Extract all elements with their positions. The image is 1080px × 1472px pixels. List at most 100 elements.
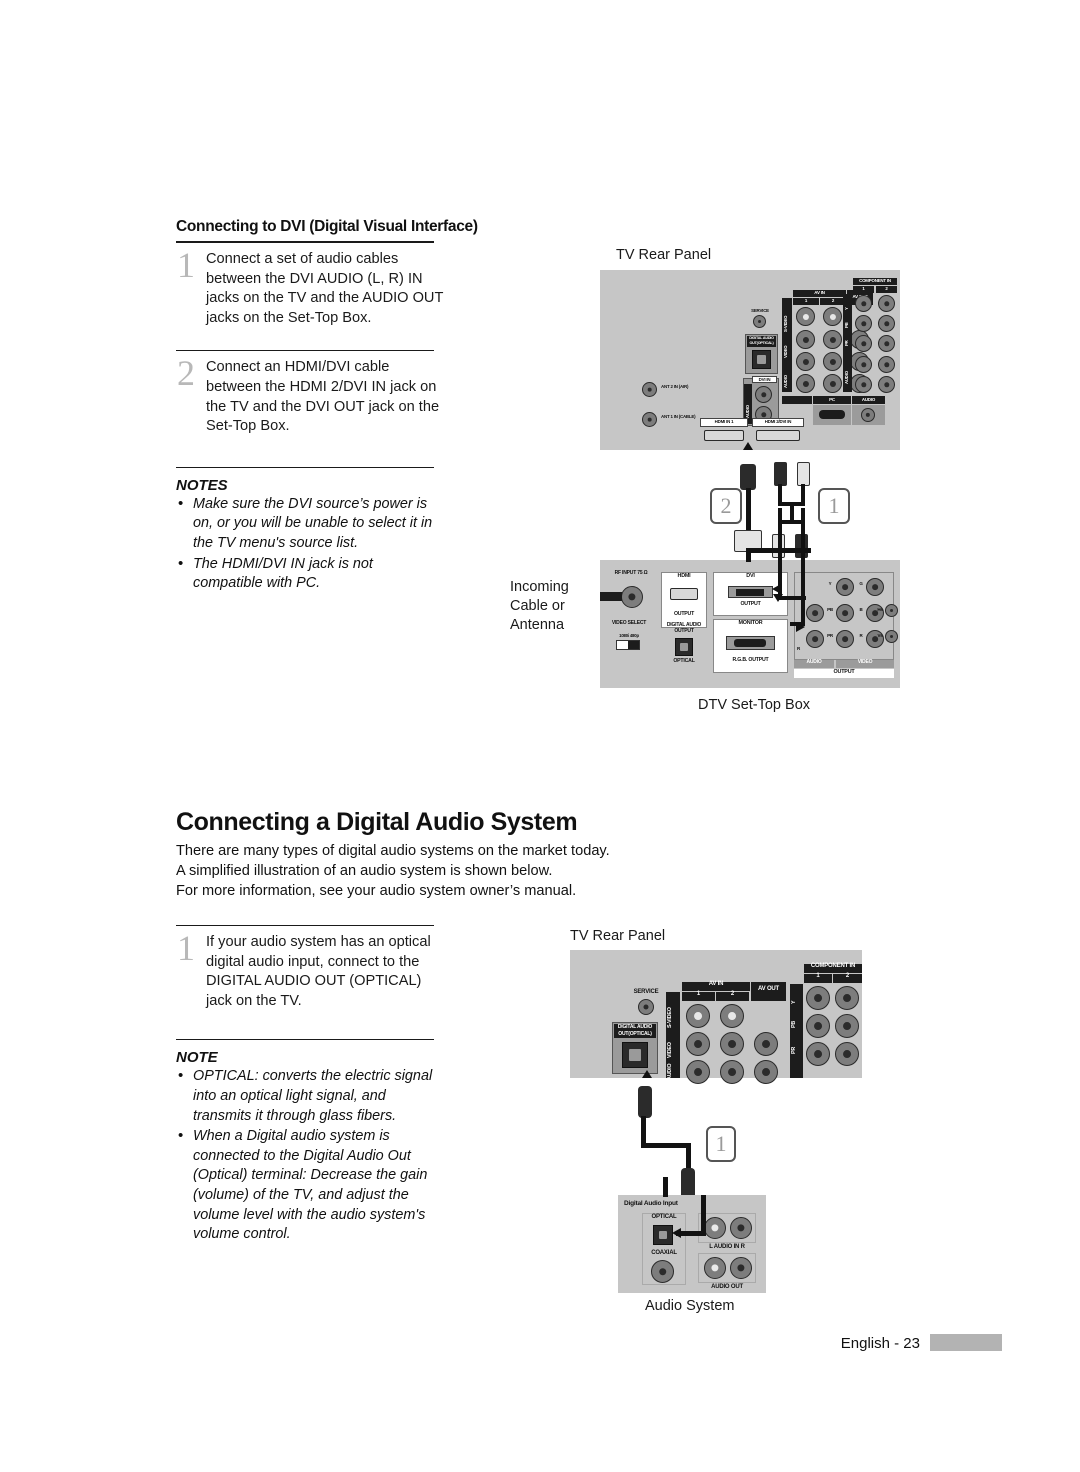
step-number: 1 xyxy=(177,245,195,285)
incoming-cable-label: Incoming Cable or Antenna xyxy=(510,579,569,633)
optical-plug-top xyxy=(638,1086,652,1118)
component-in-label: COMPONENT IN xyxy=(859,278,891,283)
audio-in-r-jack xyxy=(730,1217,752,1239)
callout-2: 2 xyxy=(710,488,742,524)
stb-r-label: R xyxy=(859,633,863,638)
dvi-output-label: OUTPUT xyxy=(740,601,761,607)
comp1-y-jack xyxy=(855,295,872,312)
callout-1: 1 xyxy=(818,488,850,524)
av2-video-jack-2 xyxy=(720,1032,744,1056)
note-item: The HDMI/DVI IN jack is not compatible w… xyxy=(176,554,446,594)
av1-video-jack xyxy=(796,330,815,349)
avout-video-jack-2 xyxy=(754,1032,778,1056)
component-1-label: 1 xyxy=(862,286,865,291)
comp2-audio-r-jack xyxy=(878,376,895,393)
av1-svideo-jack-2 xyxy=(686,1004,710,1028)
step-text: Connect a set of audio cables between th… xyxy=(206,251,444,326)
audio-plug-top-r xyxy=(797,462,810,486)
audio-plug-top-l xyxy=(774,462,787,486)
manual-page: Connecting to DVI (Digital Visual Interf… xyxy=(0,0,1080,1472)
comp1-pb-jack xyxy=(855,315,872,332)
note-heading: NOTE xyxy=(176,1049,218,1067)
rf-input-label: RF INPUT 75 Ω xyxy=(614,570,648,576)
service-jack-2 xyxy=(638,999,654,1015)
ant1-in-label: ANT 1 IN (CABLE) xyxy=(661,414,696,419)
digital-audio-out-label-2: DIGITAL AUDIO OUT(OPTICAL) xyxy=(617,1024,653,1037)
av-in-1-label: 1 xyxy=(804,298,808,303)
avout-audio-jack-2 xyxy=(754,1060,778,1084)
audio-label: AUDIO xyxy=(783,375,788,388)
step-divider xyxy=(176,350,434,352)
audio-in-l-jack xyxy=(704,1217,726,1239)
pb-label-2: PB xyxy=(791,1020,797,1028)
av-in-label-2: AV IN xyxy=(708,981,724,987)
hdmi-label: HDMI xyxy=(677,573,691,579)
pb-label: PB xyxy=(844,322,849,328)
av2-audio-r-jack xyxy=(823,374,842,393)
audio-out-label: AUDIO OUT xyxy=(711,1284,743,1290)
audio-optical-jack[interactable] xyxy=(653,1225,673,1245)
pr-label: PR xyxy=(844,340,849,346)
dvi-in-label: DVI IN xyxy=(758,377,771,382)
stb-pr-label: PR xyxy=(827,633,833,638)
rf-input-jack xyxy=(621,586,643,608)
comp1-pb-jack-2 xyxy=(806,1014,830,1038)
audio-out-l-jack xyxy=(704,1257,726,1279)
video-select-options: 1080i 480p xyxy=(619,633,639,638)
dvi-audio-label: AUDIO xyxy=(745,405,750,418)
tv-rear-panel-diagram-top: ANT 2 IN (AIR) ANT 1 IN (CABLE) SERVICE … xyxy=(600,270,900,450)
dtv-set-top-box-diagram: RF INPUT 75 Ω VIDEO SELECT 1080i 480p HD… xyxy=(600,508,900,688)
hdmi-output-label: OUTPUT xyxy=(673,611,695,617)
comp1-pr-jack-2 xyxy=(806,1042,830,1066)
component-in-label-2: COMPONENT IN xyxy=(810,963,856,969)
step-text: Connect an HDMI/DVI cable between the HD… xyxy=(206,359,440,435)
stb-audio-group-label: AUDIO xyxy=(806,659,822,665)
video-label-2: VIDEO xyxy=(667,1042,673,1058)
digital-audio-input-label: Digital Audio Input xyxy=(624,1200,678,1207)
ant2-in-jack xyxy=(642,382,657,397)
av1-audio-l-jack xyxy=(796,352,815,371)
hdmi-in-1-connector xyxy=(704,430,744,441)
stb-b-label: B xyxy=(859,607,863,612)
audio-coaxial-jack xyxy=(651,1260,674,1283)
comp1-audio-l-jack xyxy=(855,356,872,373)
step-text: If your audio system has an optical digi… xyxy=(206,934,431,1009)
step-item: 1 If your audio system has an optical di… xyxy=(176,930,446,1011)
ant2-in-label: ANT 2 IN (AIR) xyxy=(661,384,689,389)
section1-text-column: Connecting to DVI (Digital Visual Interf… xyxy=(176,218,478,595)
section1-heading: Connecting to DVI (Digital Visual Interf… xyxy=(176,218,478,235)
stb-y-label: Y xyxy=(828,581,832,586)
comp2-pb-jack xyxy=(878,315,895,332)
digital-audio-output-label: DIGITAL AUDIO OUTPUT xyxy=(666,622,702,634)
rgb-output-label: R.G.B. OUTPUT xyxy=(732,657,769,663)
ant1-in-jack xyxy=(642,412,657,427)
dvi-audio-l-jack xyxy=(755,386,772,403)
audio-in-label: L AUDIO IN R xyxy=(709,1244,745,1250)
stb-video-group-label: VIDEO xyxy=(857,659,873,665)
monitor-label: MONITOR xyxy=(738,620,763,626)
digital-audio-out-label: DIGITAL AUDIO OUT(OPTICAL) xyxy=(749,336,774,346)
optical-jack-2[interactable] xyxy=(622,1042,648,1068)
stb-pb-jack xyxy=(836,604,854,622)
y-label: Y xyxy=(844,307,849,310)
optical-jack xyxy=(752,350,771,369)
stb-optical-label: OPTICAL xyxy=(673,658,695,664)
comp2-y-jack-2 xyxy=(835,986,859,1010)
stb-g-label: G xyxy=(859,581,863,586)
video-label: VIDEO xyxy=(783,345,788,358)
stb-hs-jack xyxy=(885,604,898,617)
pr-label-2: PR xyxy=(791,1046,797,1054)
av-in-1-label-2: 1 xyxy=(696,991,701,997)
stb-pb-label: PB xyxy=(827,607,833,612)
video-select-label: VIDEO SELECT xyxy=(611,620,647,626)
hdmi-plug xyxy=(740,464,756,490)
component-audio-label: AUDIO xyxy=(844,371,849,384)
heading-rule xyxy=(176,241,434,243)
dvi-label: DVI xyxy=(746,573,755,579)
section2-steps: 1 If your audio system has an optical di… xyxy=(176,925,446,1246)
comp1-y-jack-2 xyxy=(806,986,830,1010)
av1-svideo-jack xyxy=(796,307,815,326)
step-item: 2 Connect an HDMI/DVI cable between the … xyxy=(176,355,446,436)
comp1-audio-r-jack xyxy=(855,376,872,393)
av-in-label: AV IN xyxy=(814,290,825,295)
